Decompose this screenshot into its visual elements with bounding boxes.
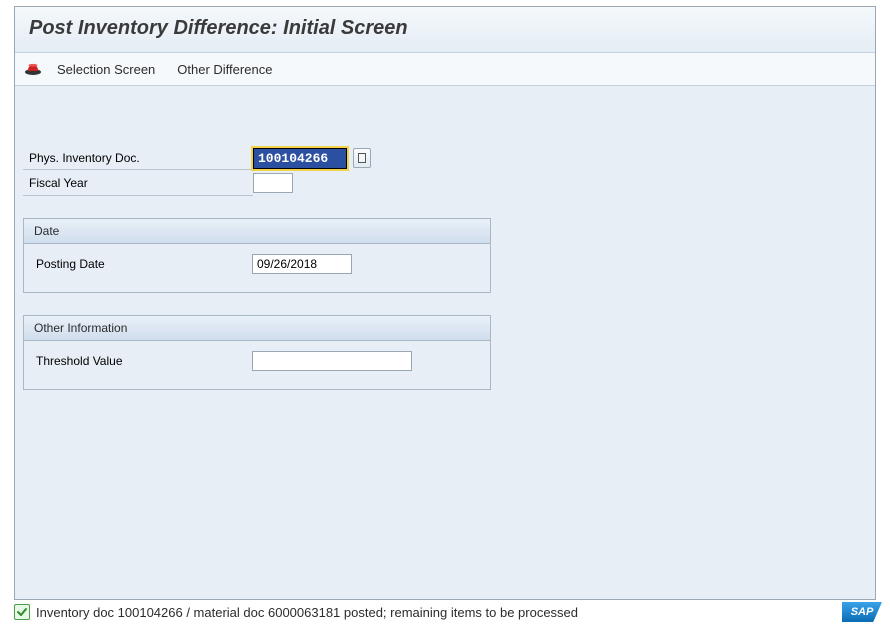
- row-fiscal-year: Fiscal Year: [23, 170, 867, 196]
- execute-hat-icon[interactable]: [23, 59, 43, 79]
- status-bar: Inventory doc 100104266 / material doc 6…: [14, 600, 876, 624]
- group-date-title: Date: [24, 219, 490, 244]
- status-message: Inventory doc 100104266 / material doc 6…: [36, 605, 578, 620]
- row-phys-inventory-doc: Phys. Inventory Doc. 100104266: [23, 146, 867, 170]
- other-difference-button[interactable]: Other Difference: [169, 60, 280, 79]
- selection-screen-button[interactable]: Selection Screen: [49, 60, 163, 79]
- threshold-value-input[interactable]: [252, 351, 412, 371]
- group-date: Date Posting Date: [23, 218, 491, 293]
- fiscal-year-input[interactable]: [253, 173, 293, 193]
- label-fiscal-year: Fiscal Year: [23, 170, 253, 196]
- row-posting-date: Posting Date: [34, 254, 480, 274]
- label-posting-date: Posting Date: [34, 257, 252, 271]
- label-threshold-value: Threshold Value: [34, 354, 252, 368]
- label-phys-inventory-doc: Phys. Inventory Doc.: [23, 146, 253, 170]
- search-help-icon: [358, 153, 366, 163]
- group-other-info-title: Other Information: [24, 316, 490, 341]
- page-title: Post Inventory Difference: Initial Scree…: [29, 17, 861, 40]
- phys-inventory-doc-search-help-button[interactable]: [353, 148, 371, 168]
- group-other-information: Other Information Threshold Value: [23, 315, 491, 390]
- app-window: Post Inventory Difference: Initial Scree…: [14, 6, 876, 600]
- row-threshold-value: Threshold Value: [34, 351, 480, 371]
- phys-inventory-doc-input[interactable]: 100104266: [253, 148, 347, 169]
- status-success-icon: [14, 604, 30, 620]
- sap-logo: SAP: [842, 602, 882, 622]
- toolbar: Selection Screen Other Difference: [15, 53, 875, 86]
- content-area: Phys. Inventory Doc. 100104266 Fiscal Ye…: [15, 86, 875, 599]
- posting-date-input[interactable]: [252, 254, 352, 274]
- title-bar: Post Inventory Difference: Initial Scree…: [15, 7, 875, 53]
